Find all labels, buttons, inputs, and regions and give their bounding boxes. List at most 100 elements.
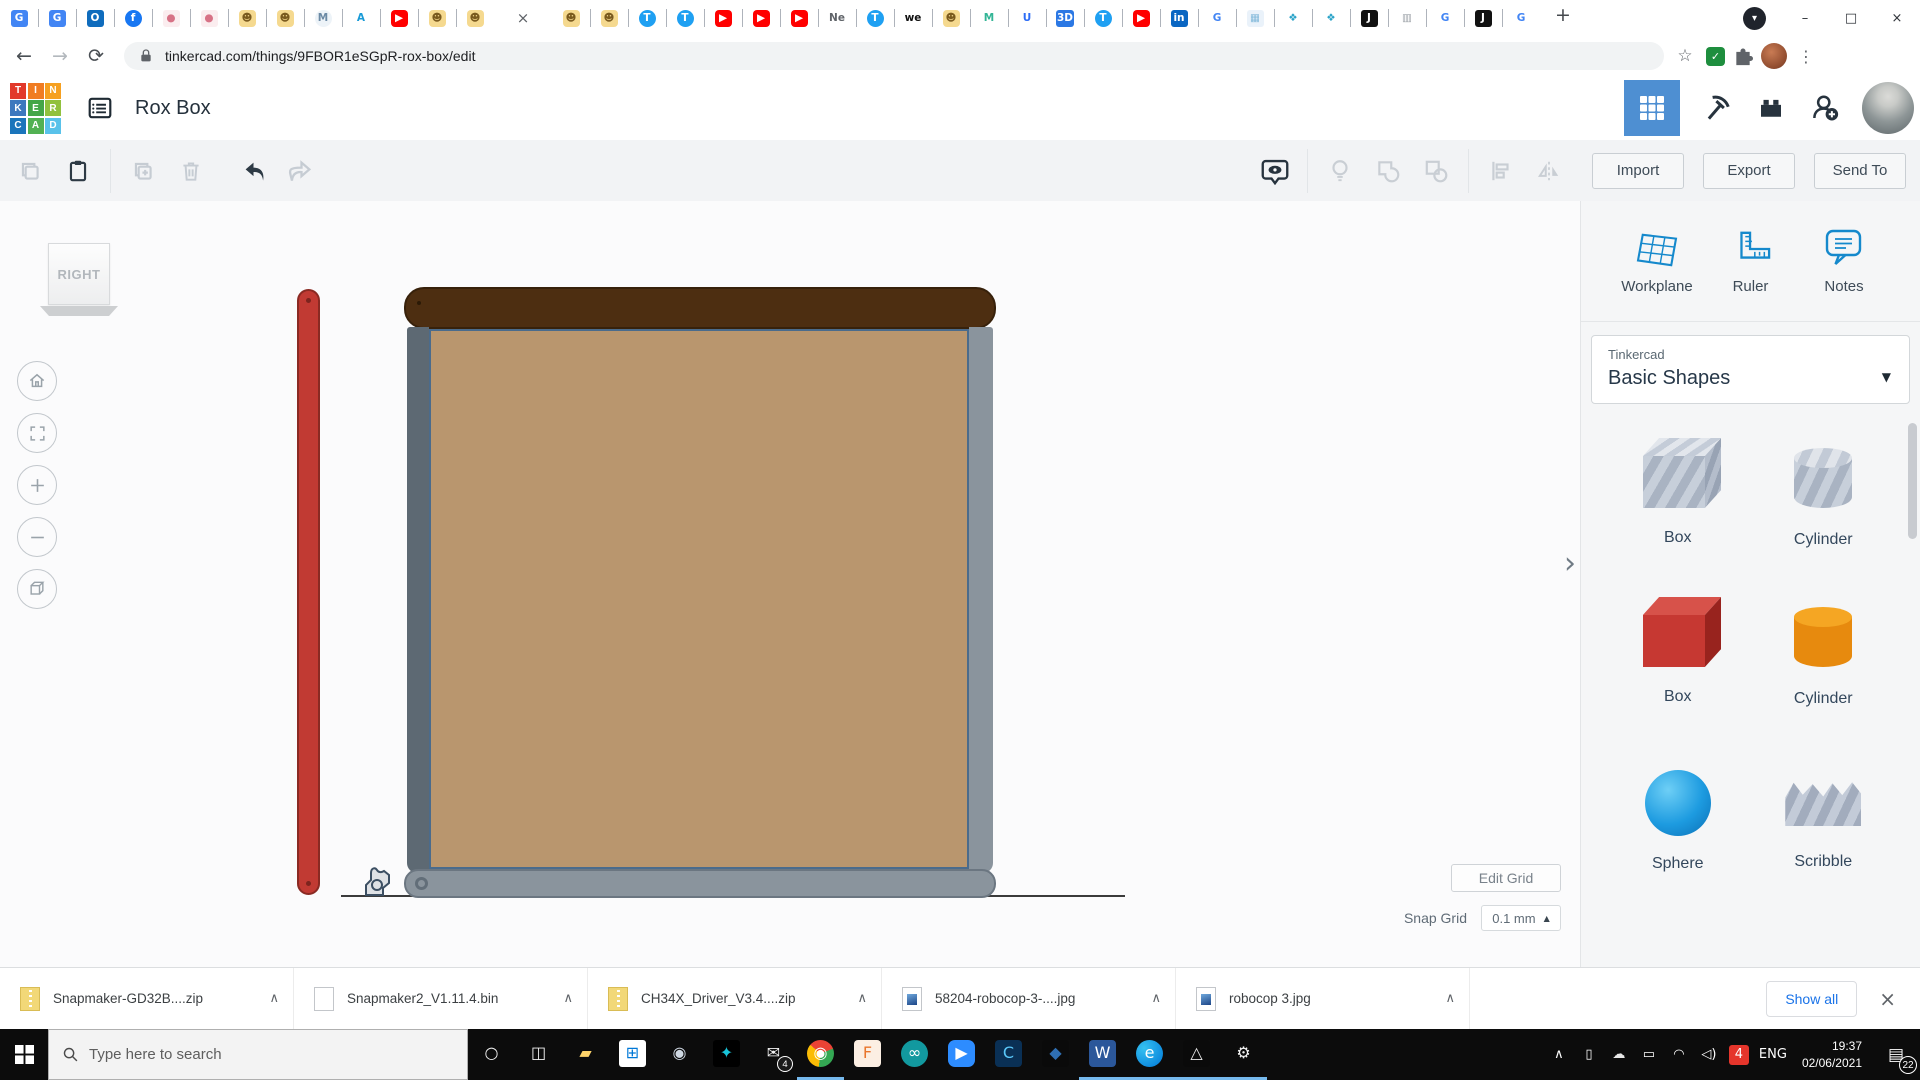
- scribble-doodle[interactable]: [360, 841, 402, 900]
- model-left-rail[interactable]: [407, 327, 429, 873]
- browser-tab[interactable]: A: [342, 0, 380, 36]
- download-item[interactable]: CH34X_Driver_V3.4....zip ∧: [588, 968, 882, 1029]
- maximize-button[interactable]: □: [1828, 0, 1874, 36]
- download-item[interactable]: 58204-robocop-3-....jpg ∧: [882, 968, 1176, 1029]
- taskbar-app[interactable]: ⊞: [609, 1029, 656, 1080]
- undo-button[interactable]: [229, 148, 277, 194]
- tray-icon[interactable]: ☁: [1604, 1029, 1634, 1080]
- browser-tab[interactable]: G: [1426, 0, 1464, 36]
- tray-icon[interactable]: ▯: [1574, 1029, 1604, 1080]
- taskbar-app[interactable]: ∞: [891, 1029, 938, 1080]
- browser-tab[interactable]: ▶: [704, 0, 742, 36]
- fit-view-button[interactable]: [17, 413, 57, 453]
- browser-tab[interactable]: U: [1008, 0, 1046, 36]
- model-front-panel[interactable]: [429, 329, 969, 869]
- browser-tab[interactable]: M: [304, 0, 342, 36]
- viewport-canvas[interactable]: RIGHT: [0, 201, 1580, 967]
- shape-item[interactable]: Cylinder: [1751, 430, 1897, 549]
- taskbar-app[interactable]: ✦: [703, 1029, 750, 1080]
- forward-button[interactable]: →: [46, 45, 74, 67]
- browser-tab[interactable]: T: [628, 0, 666, 36]
- taskbar-app[interactable]: ◉: [797, 1029, 844, 1080]
- browser-tab[interactable]: T: [666, 0, 704, 36]
- taskbar-app[interactable]: ◆: [1032, 1029, 1079, 1080]
- workplane-tool[interactable]: Workplane: [1615, 225, 1699, 295]
- shape-item[interactable]: Box: [1605, 589, 1751, 708]
- taskbar-app[interactable]: ◉: [656, 1029, 703, 1080]
- zoom-out-button[interactable]: [17, 517, 57, 557]
- tinkercad-logo[interactable]: T I N K E R C A D: [10, 83, 61, 134]
- browser-tab[interactable]: we: [894, 0, 932, 36]
- paste-button[interactable]: [54, 148, 102, 194]
- browser-tab[interactable]: G: [38, 0, 76, 36]
- group-button[interactable]: [1364, 148, 1412, 194]
- shape-item[interactable]: Box: [1605, 430, 1751, 549]
- taskbar-app[interactable]: ⚙: [1220, 1029, 1267, 1080]
- browser-tab[interactable]: J: [1350, 0, 1388, 36]
- chevron-up-icon[interactable]: ∧: [1445, 991, 1455, 1006]
- minimize-button[interactable]: –: [1782, 0, 1828, 36]
- browser-tab[interactable]: ☻: [418, 0, 456, 36]
- tab-close-icon[interactable]: ×: [517, 9, 530, 27]
- tray-icon[interactable]: 4: [1724, 1029, 1754, 1080]
- taskbar-app[interactable]: ○: [468, 1029, 515, 1080]
- browser-tab[interactable]: in: [1160, 0, 1198, 36]
- tray-icon[interactable]: ENG: [1754, 1029, 1792, 1080]
- shape-item[interactable]: Sphere: [1605, 748, 1751, 873]
- ungroup-button[interactable]: [1412, 148, 1460, 194]
- ruler-tool[interactable]: Ruler: [1709, 225, 1793, 295]
- tray-icon[interactable]: ∧: [1544, 1029, 1574, 1080]
- chevron-up-icon[interactable]: ∧: [1151, 991, 1161, 1006]
- browser-tab[interactable]: O: [76, 0, 114, 36]
- user-avatar[interactable]: [1862, 82, 1914, 134]
- tray-icon[interactable]: ◠: [1664, 1029, 1694, 1080]
- panel-scrollbar[interactable]: [1908, 423, 1917, 539]
- download-item[interactable]: Snapmaker-GD32B....zip ∧: [0, 968, 294, 1029]
- browser-tab[interactable]: G: [0, 0, 38, 36]
- browser-tab[interactable]: ❖: [1312, 0, 1350, 36]
- browser-tab[interactable]: G: [1198, 0, 1236, 36]
- shape-item[interactable]: Cylinder: [1751, 589, 1897, 708]
- taskbar-app[interactable]: ✉ 4: [750, 1029, 797, 1080]
- browser-tab[interactable]: ●: [190, 0, 228, 36]
- browser-tab[interactable]: ●: [152, 0, 190, 36]
- minecraft-export-button[interactable]: [1690, 80, 1744, 136]
- extensions-puzzle-icon[interactable]: [1733, 46, 1753, 66]
- snap-grid-select[interactable]: 0.1 mm ▲: [1481, 905, 1561, 931]
- browser-tab[interactable]: ▶: [780, 0, 818, 36]
- perspective-toggle-button[interactable]: [17, 569, 57, 609]
- browser-tab[interactable]: ▶: [1122, 0, 1160, 36]
- align-button[interactable]: [1477, 148, 1525, 194]
- browser-tab[interactable]: ☻: [932, 0, 970, 36]
- chevron-up-icon[interactable]: ∧: [563, 991, 573, 1006]
- export-button[interactable]: Export: [1703, 153, 1795, 189]
- show-all-downloads-button[interactable]: Show all: [1766, 981, 1857, 1017]
- design-menu-button[interactable]: [85, 95, 115, 121]
- omnibox[interactable]: tinkercad.com/things/9FBOR1eSGpR-rox-box…: [124, 42, 1664, 70]
- hide-selected-button[interactable]: [1316, 148, 1364, 194]
- model-red-capsule[interactable]: [297, 289, 320, 895]
- chevron-up-icon[interactable]: ∧: [269, 991, 279, 1006]
- delete-button[interactable]: [167, 148, 215, 194]
- import-button[interactable]: Import: [1592, 153, 1684, 189]
- shape-library-dropdown[interactable]: Tinkercad Basic Shapes ▼: [1591, 335, 1910, 404]
- taskbar-app[interactable]: F: [844, 1029, 891, 1080]
- browser-profile-avatar[interactable]: [1761, 43, 1787, 69]
- redo-button[interactable]: [277, 148, 325, 194]
- browser-tab[interactable]: ☻: [228, 0, 266, 36]
- model-top-bar[interactable]: [404, 287, 996, 329]
- bookmark-star-icon[interactable]: ☆: [1672, 46, 1698, 66]
- adblock-extension-icon[interactable]: ✓: [1706, 47, 1725, 66]
- download-item[interactable]: Snapmaker2_V1.11.4.bin ∧: [294, 968, 588, 1029]
- chevron-up-icon[interactable]: ∧: [857, 991, 867, 1006]
- send-to-button[interactable]: Send To: [1814, 153, 1906, 189]
- taskbar-app[interactable]: W: [1079, 1029, 1126, 1080]
- back-button[interactable]: ←: [10, 45, 38, 67]
- start-button[interactable]: [0, 1029, 48, 1080]
- blocks-view-button[interactable]: [1624, 80, 1680, 136]
- reload-button[interactable]: ⟳: [82, 45, 110, 67]
- duplicate-button[interactable]: [119, 148, 167, 194]
- share-invite-button[interactable]: [1798, 80, 1852, 136]
- shape-item[interactable]: Scribble: [1751, 748, 1897, 873]
- browser-tab[interactable]: ▶: [380, 0, 418, 36]
